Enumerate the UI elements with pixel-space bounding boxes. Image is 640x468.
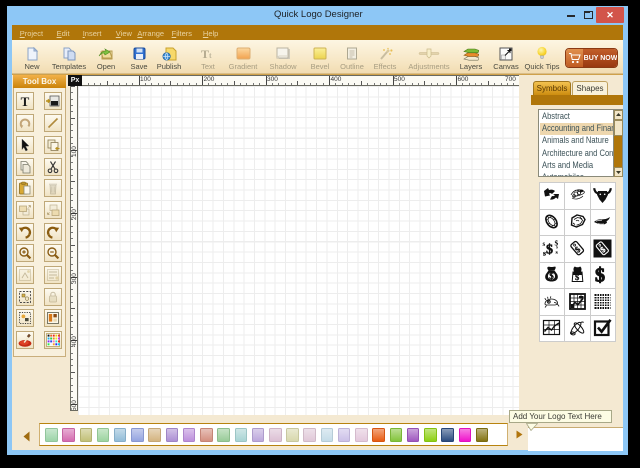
- svg-text:T: T: [21, 94, 30, 108]
- svg-text:s: s: [556, 245, 558, 250]
- svg-text:$: $: [549, 271, 554, 281]
- svg-text:s: s: [556, 250, 559, 256]
- svg-text:T: T: [201, 47, 209, 60]
- svg-text:t: t: [209, 51, 212, 60]
- svg-text:s: s: [543, 240, 546, 248]
- svg-text:$: $: [595, 265, 605, 284]
- svg-text:$: $: [546, 242, 553, 257]
- svg-text:s: s: [543, 248, 546, 257]
